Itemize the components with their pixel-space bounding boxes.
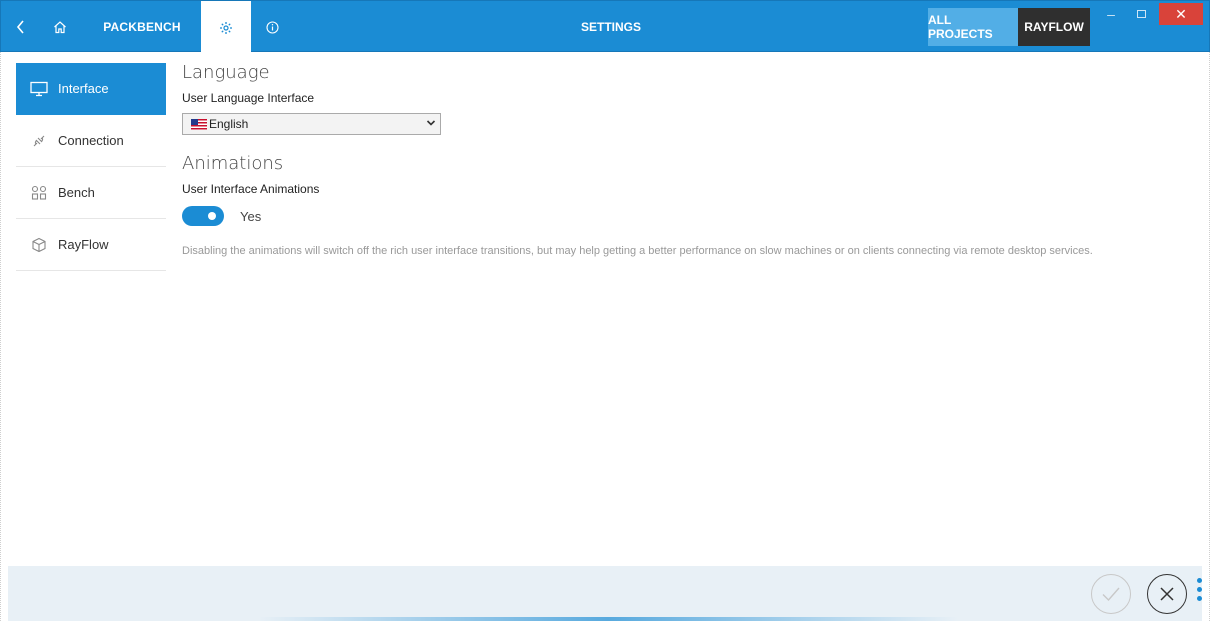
- monitor-icon: [28, 80, 50, 98]
- sidebar-item-bench[interactable]: Bench: [16, 167, 166, 219]
- tab-settings[interactable]: [201, 1, 251, 55]
- title-bar: PACKBENCH SETTINGS ALL PROJECTS RAYFLOW …: [0, 0, 1210, 55]
- cube-icon: [28, 236, 50, 254]
- home-icon: [54, 21, 66, 34]
- footer-glow: [258, 617, 958, 621]
- sidebar-item-label: Bench: [58, 185, 95, 200]
- footer-bar: [8, 566, 1202, 621]
- chevron-down-icon: [426, 116, 436, 133]
- settings-content: Language User Language Interface English…: [182, 62, 1192, 259]
- sidebar-item-rayflow[interactable]: RayFlow: [16, 219, 166, 271]
- animations-toggle[interactable]: [182, 206, 224, 226]
- animations-field-label: User Interface Animations: [182, 182, 320, 196]
- dot: [1196, 587, 1202, 592]
- project-button[interactable]: RAYFLOW: [1018, 8, 1090, 46]
- sidebar-item-connection[interactable]: Connection: [16, 115, 166, 167]
- sidebar-item-label: Interface: [58, 81, 109, 96]
- language-section-title: Language: [182, 62, 270, 83]
- us-flag-icon: [191, 118, 207, 130]
- cancel-button[interactable]: [1147, 574, 1187, 614]
- back-button[interactable]: [9, 1, 33, 53]
- animations-section-title: Animations: [182, 153, 284, 174]
- settings-sidebar: Interface Connection Bench RayFlow: [16, 63, 166, 271]
- window-frame-right: [1202, 52, 1210, 621]
- dot: [1196, 578, 1202, 583]
- page-title: SETTINGS: [580, 20, 641, 34]
- language-select[interactable]: English: [182, 113, 441, 135]
- language-field-label: User Language Interface: [182, 91, 315, 105]
- close-icon: [1160, 587, 1174, 601]
- maximize-icon: [1136, 10, 1146, 18]
- toggle-knob: [208, 212, 216, 220]
- dot: [1196, 596, 1202, 601]
- more-options-button[interactable]: [1194, 578, 1204, 601]
- maximize-button[interactable]: [1127, 3, 1155, 25]
- animations-description: Disabling the animations will switch off…: [182, 245, 1093, 257]
- sidebar-item-label: RayFlow: [58, 237, 109, 252]
- info-icon: [265, 20, 279, 34]
- plug-icon: [28, 132, 50, 150]
- app-name[interactable]: PACKBENCH: [97, 1, 187, 53]
- close-button[interactable]: ✕: [1159, 3, 1203, 25]
- home-button[interactable]: [45, 1, 75, 53]
- language-selected-value: English: [209, 117, 249, 131]
- animations-toggle-label: Yes: [240, 208, 262, 224]
- all-projects-button[interactable]: ALL PROJECTS: [928, 8, 1018, 46]
- window-frame-left: [0, 52, 8, 621]
- confirm-button[interactable]: [1091, 574, 1131, 614]
- animations-toggle-row: Yes: [182, 206, 1192, 226]
- info-button[interactable]: [257, 1, 287, 53]
- check-icon: [1102, 587, 1120, 602]
- minimize-button[interactable]: –: [1097, 3, 1125, 25]
- chevron-left-icon: [16, 20, 24, 34]
- gear-icon: [220, 22, 232, 34]
- sidebar-item-interface[interactable]: Interface: [16, 63, 166, 115]
- bench-icon: [28, 184, 50, 202]
- sidebar-item-label: Connection: [58, 133, 124, 148]
